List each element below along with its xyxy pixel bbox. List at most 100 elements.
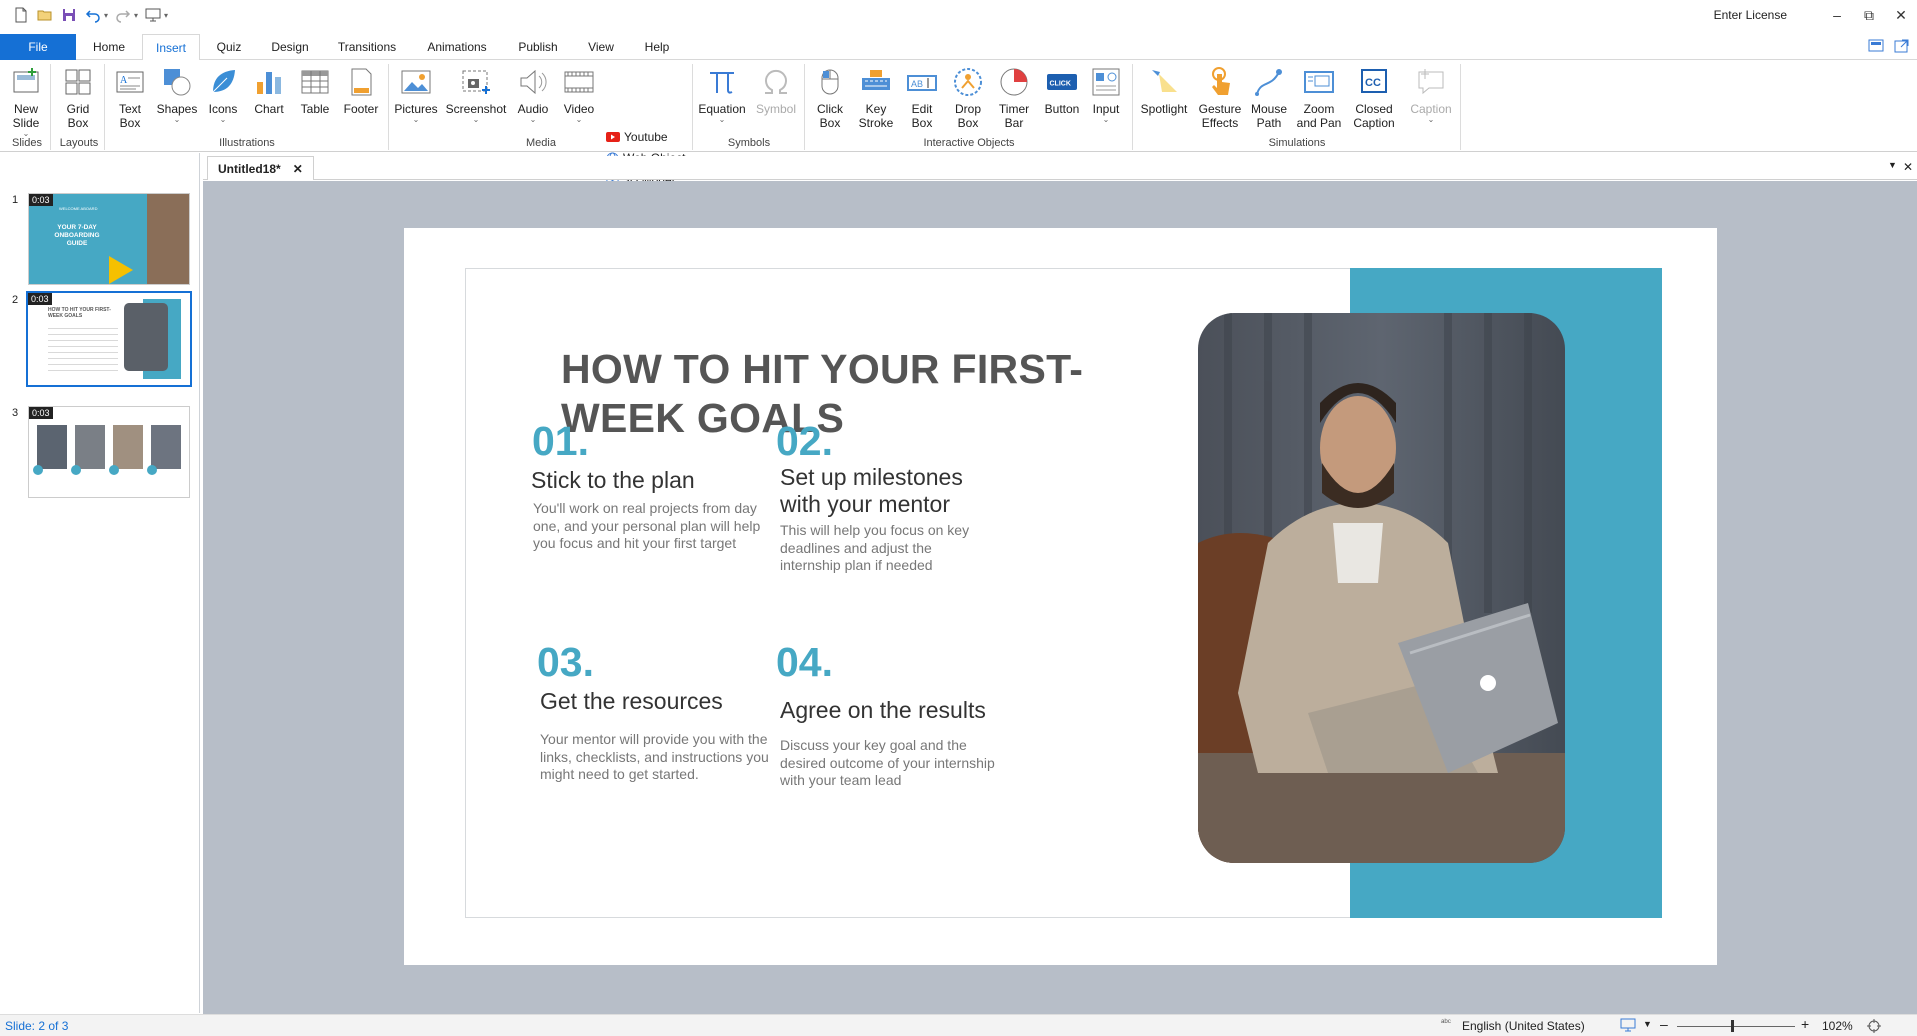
open-folder-icon[interactable] xyxy=(36,6,54,24)
button-button[interactable]: CLICK Button xyxy=(1040,66,1084,116)
redo-icon[interactable] xyxy=(114,6,132,24)
close-window-icon[interactable]: ✕ xyxy=(1885,0,1917,30)
tab-home[interactable]: Home xyxy=(88,34,130,60)
tab-transitions[interactable]: Transitions xyxy=(334,34,400,60)
text-box-button[interactable]: A Text Box xyxy=(110,66,150,130)
enter-license-link[interactable]: Enter License xyxy=(1714,8,1787,22)
thumbnail-number: 3 xyxy=(12,407,19,419)
fit-to-window-icon[interactable] xyxy=(1866,1018,1882,1036)
new-slide-button[interactable]: New Slide ⌄ xyxy=(6,66,46,138)
zoom-level[interactable]: 102% xyxy=(1822,1019,1853,1033)
input-button[interactable]: Input ⌄ xyxy=(1088,66,1124,124)
closed-caption-button[interactable]: CC Closed Caption xyxy=(1348,66,1400,130)
item-body[interactable]: You'll work on real projects from day on… xyxy=(533,500,773,553)
group-separator xyxy=(1460,64,1461,150)
undo-icon[interactable] xyxy=(84,6,102,24)
slide[interactable]: HOW TO HIT YOUR FIRST-WEEK GOALS 01. Sti… xyxy=(404,228,1717,965)
item-body[interactable]: Your mentor will provide you with the li… xyxy=(540,731,770,784)
status-bar: Slide: 2 of 3 ᵃᵇᶜ English (United States… xyxy=(0,1014,1917,1036)
footer-icon xyxy=(351,68,372,96)
restore-icon[interactable]: ⧉ xyxy=(1853,0,1885,30)
svg-text:AB: AB xyxy=(911,79,923,89)
item-body[interactable]: Discuss your key goal and the desired ou… xyxy=(780,737,1010,790)
audio-button[interactable]: Audio ⌄ xyxy=(514,66,552,124)
person-with-laptop-photo[interactable] xyxy=(1198,313,1565,863)
symbol-button[interactable]: Symbol xyxy=(754,66,798,116)
redo-dropdown-icon[interactable]: ▾ xyxy=(134,11,138,20)
pictures-button[interactable]: Pictures ⌄ xyxy=(392,66,440,124)
tab-publish[interactable]: Publish xyxy=(514,34,562,60)
mouse-path-button[interactable]: Mouse Path xyxy=(1248,66,1290,130)
spellcheck-icon[interactable]: ᵃᵇᶜ xyxy=(1441,1017,1451,1027)
item-number[interactable]: 04. xyxy=(776,639,833,686)
tab-insert[interactable]: Insert xyxy=(142,34,200,61)
tab-help[interactable]: Help xyxy=(638,34,676,60)
minimize-icon[interactable]: – xyxy=(1821,0,1853,30)
slide-duration: 0:03 xyxy=(28,293,52,305)
zoom-in-icon[interactable]: + xyxy=(1801,1016,1809,1032)
chart-icon xyxy=(257,72,281,94)
spotlight-button[interactable]: Spotlight xyxy=(1138,66,1190,116)
zoom-slider-thumb[interactable] xyxy=(1731,1020,1735,1032)
preview-dropdown-icon[interactable]: ▾ xyxy=(164,11,168,20)
undo-dropdown-icon[interactable]: ▾ xyxy=(104,11,108,20)
shapes-dropdown-icon: ⌄ xyxy=(173,115,181,124)
tab-design[interactable]: Design xyxy=(268,34,312,60)
button-label: Button xyxy=(1044,102,1080,116)
drop-box-button[interactable]: Drop Box xyxy=(948,66,988,130)
shapes-button[interactable]: Shapes ⌄ xyxy=(154,66,200,124)
slide-title[interactable]: HOW TO HIT YOUR FIRST-WEEK GOALS xyxy=(561,345,1121,443)
grid-box-button[interactable]: Grid Box xyxy=(58,66,98,130)
table-button[interactable]: Table xyxy=(296,66,334,116)
save-icon[interactable] xyxy=(60,6,78,24)
language-indicator[interactable]: English (United States) xyxy=(1462,1019,1585,1033)
video-button[interactable]: Video ⌄ xyxy=(560,66,598,124)
popout-icon[interactable] xyxy=(1894,38,1912,54)
zoom-and-pan-button[interactable]: Zoom and Pan xyxy=(1294,66,1344,130)
quick-access-toolbar: ▾ ▾ ▾ xyxy=(12,6,168,24)
slide-thumbnail-2[interactable]: HOW TO HIT YOUR FIRST-WEEK GOALS 0:03 xyxy=(26,291,192,387)
equation-button[interactable]: Equation ⌄ xyxy=(696,66,748,124)
tab-animations[interactable]: Animations xyxy=(420,34,494,60)
item-heading[interactable]: Set up milestones with your mentor xyxy=(780,464,1000,518)
edit-box-button[interactable]: AB Edit Box xyxy=(902,66,942,130)
slide-counter[interactable]: Slide: 2 of 3 xyxy=(5,1019,68,1033)
new-file-icon[interactable] xyxy=(12,6,30,24)
zoom-slider-track[interactable] xyxy=(1677,1026,1795,1027)
key-stroke-button[interactable]: Key Stroke xyxy=(856,66,896,130)
item-number[interactable]: 02. xyxy=(776,418,833,465)
item-number[interactable]: 03. xyxy=(537,639,594,686)
ribbon-display-icon[interactable] xyxy=(1868,38,1886,54)
tab-list-dropdown-icon[interactable]: ▼ xyxy=(1888,160,1897,170)
screenshot-button[interactable]: Screenshot ⌄ xyxy=(444,66,508,124)
view-mode-dropdown-icon[interactable]: ▼ xyxy=(1643,1019,1652,1029)
chart-button[interactable]: Chart xyxy=(250,66,288,116)
icons-dropdown-icon: ⌄ xyxy=(219,115,227,124)
tab-quiz[interactable]: Quiz xyxy=(212,34,246,60)
edit-box-icon: AB xyxy=(907,75,937,91)
item-body[interactable]: This will help you focus on key deadline… xyxy=(780,522,995,575)
click-box-button[interactable]: Click Box xyxy=(810,66,850,130)
view-mode-icon[interactable] xyxy=(1620,1018,1636,1035)
item-heading[interactable]: Agree on the results xyxy=(780,697,986,724)
item-number[interactable]: 01. xyxy=(532,418,589,465)
caption-button[interactable]: Caption ⌄ xyxy=(1406,66,1456,124)
item-heading[interactable]: Get the resources xyxy=(540,688,723,715)
icons-button[interactable]: Icons ⌄ xyxy=(204,66,242,124)
slide-thumbnail-1[interactable]: WELCOME ABOARD YOUR 7-DAY ONBOARDING GUI… xyxy=(28,193,190,285)
preview-icon[interactable] xyxy=(144,6,162,24)
thumb-title: YOUR 7-DAY ONBOARDING GUIDE xyxy=(54,224,100,247)
symbol-label: Symbol xyxy=(755,102,796,116)
timer-bar-button[interactable]: Timer Bar xyxy=(994,66,1034,130)
item-heading[interactable]: Stick to the plan xyxy=(531,467,695,494)
close-document-icon[interactable]: ✕ xyxy=(1903,160,1913,174)
tab-view[interactable]: View xyxy=(584,34,618,60)
footer-button[interactable]: Footer xyxy=(340,66,382,116)
document-tab[interactable]: Untitled18* ✕ xyxy=(207,156,314,180)
gesture-effects-label: Gesture Effects xyxy=(1198,102,1242,130)
zoom-out-icon[interactable]: – xyxy=(1660,1016,1668,1032)
tab-file[interactable]: File xyxy=(0,34,76,60)
gesture-effects-button[interactable]: Gesture Effects xyxy=(1196,66,1244,130)
slide-thumbnail-3[interactable]: 0:03 xyxy=(28,406,190,498)
close-tab-icon[interactable]: ✕ xyxy=(293,162,303,176)
